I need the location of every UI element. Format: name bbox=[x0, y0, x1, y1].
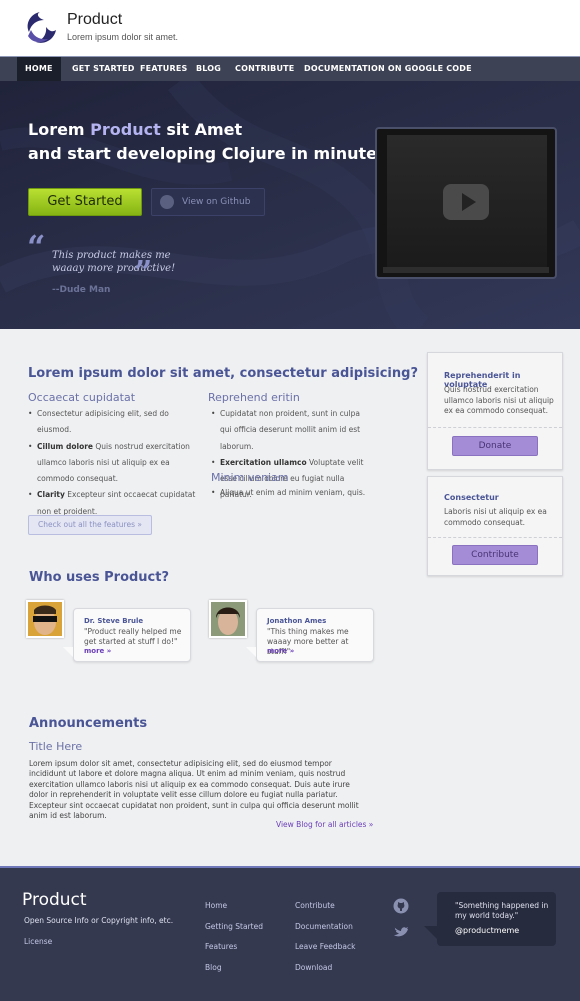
bubble-tail bbox=[246, 647, 256, 657]
github-icon bbox=[160, 195, 174, 209]
video-controls-bar[interactable] bbox=[383, 267, 549, 273]
list-item: Cupidatat non proident, sunt in culpa qu… bbox=[211, 406, 371, 455]
features-col2b-title: Minim veniam bbox=[211, 471, 289, 484]
github-icon[interactable] bbox=[393, 898, 409, 914]
footer-link-leave-feedback[interactable]: Leave Feedback bbox=[295, 942, 355, 951]
list-item: Aliqua ut enim ad minim veniam, quis. bbox=[211, 485, 371, 502]
avatar-steve-icon bbox=[28, 602, 62, 636]
quote-close-icon: ” bbox=[134, 253, 153, 291]
features-col1-title: Occaecat cupidatat bbox=[28, 391, 136, 404]
nav-item-blog[interactable]: BLOG bbox=[196, 57, 221, 81]
site-title[interactable]: Product bbox=[67, 11, 122, 29]
tweet-bubble-tail bbox=[424, 926, 438, 940]
twitter-handle[interactable]: @productmeme bbox=[455, 926, 519, 935]
twitter-icon[interactable] bbox=[393, 923, 409, 939]
list-item: Consectetur adipisicing elit, sed do eiu… bbox=[28, 406, 196, 439]
list-item: Cillum dolore Quis nostrud exercitation … bbox=[28, 439, 196, 488]
features-col2b-list: Aliqua ut enim ad minim veniam, quis. bbox=[211, 485, 371, 502]
testimonial-name: Dr. Steve Brule bbox=[84, 617, 144, 625]
contribute-box-title: Consectetur bbox=[444, 493, 499, 502]
footer-info: Open Source Info or Copyright info, etc. bbox=[24, 916, 174, 925]
footer-link-blog[interactable]: Blog bbox=[205, 963, 222, 972]
main-content: Lorem ipsum dolor sit amet, consectetur … bbox=[0, 329, 580, 866]
product-logo-icon[interactable] bbox=[22, 10, 58, 46]
hero-quote-author: --Dude Man bbox=[52, 285, 111, 295]
footer-link-download[interactable]: Download bbox=[295, 963, 332, 972]
announcements-heading: Announcements bbox=[29, 716, 148, 731]
quote-open-icon: “ bbox=[27, 228, 46, 266]
who-uses-heading: Who uses Product? bbox=[29, 570, 170, 585]
site-footer: Product Open Source Info or Copyright in… bbox=[0, 866, 580, 1001]
nav-item-get-started[interactable]: GET STARTED bbox=[72, 57, 135, 81]
site-tagline: Lorem ipsum dolor sit amet. bbox=[67, 32, 179, 42]
features-heading: Lorem ipsum dolor sit amet, consectetur … bbox=[28, 366, 418, 381]
tweet-text: "Something happened in my world today." bbox=[455, 901, 549, 920]
testimonial-name: Jonathon Ames bbox=[267, 617, 327, 625]
avatar-jonathon-icon bbox=[211, 602, 245, 636]
testimonial-quote: "Product really helped me get started at… bbox=[84, 627, 182, 646]
features-col2-title: Reprehend eritin bbox=[208, 391, 300, 404]
site-header: Product Lorem ipsum dolor sit amet. bbox=[0, 0, 580, 56]
donate-button[interactable]: Donate bbox=[452, 436, 538, 456]
nav-item-documentation[interactable]: DOCUMENTATION ON GOOGLE CODE bbox=[304, 57, 472, 81]
testimonial-bubble: Jonathon Ames "This thing makes me waaay… bbox=[256, 608, 374, 662]
divider bbox=[428, 537, 562, 538]
testimonial-more-link[interactable]: more » bbox=[84, 647, 111, 655]
view-blog-link[interactable]: View Blog for all articles » bbox=[276, 820, 373, 829]
nav-item-contribute[interactable]: CONTRIBUTE bbox=[235, 57, 294, 81]
testimonial-more-link[interactable]: more » bbox=[267, 647, 294, 655]
hero-section: Lorem Product sit Amet and start develop… bbox=[0, 81, 580, 329]
nav-item-home[interactable]: HOME bbox=[17, 57, 61, 81]
all-features-button[interactable]: Check out all the features » bbox=[28, 515, 152, 535]
avatar bbox=[26, 600, 64, 638]
intro-video[interactable] bbox=[375, 127, 557, 279]
divider bbox=[428, 427, 562, 428]
footer-license-link[interactable]: License bbox=[24, 937, 52, 946]
footer-title: Product bbox=[22, 890, 87, 910]
play-icon bbox=[462, 193, 476, 211]
footer-link-getting-started[interactable]: Getting Started bbox=[205, 922, 263, 931]
contribute-box-text: Laboris nisi ut aliquip ex ea commodo co… bbox=[444, 507, 547, 527]
main-nav: HOME GET STARTED FEATURES BLOG CONTRIBUT… bbox=[0, 56, 580, 81]
bubble-tail bbox=[63, 647, 73, 657]
announcement-title[interactable]: Title Here bbox=[29, 740, 82, 753]
footer-link-documentation[interactable]: Documentation bbox=[295, 922, 353, 931]
hero-quote: This product makes me waaay more product… bbox=[52, 250, 176, 274]
testimonial-bubble: Dr. Steve Brule "Product really helped m… bbox=[73, 608, 191, 662]
footer-link-contribute[interactable]: Contribute bbox=[295, 901, 335, 910]
footer-link-home[interactable]: Home bbox=[205, 901, 227, 910]
avatar bbox=[209, 600, 247, 638]
announcement-body: Lorem ipsum dolor sit amet, consectetur … bbox=[29, 759, 359, 821]
get-started-button[interactable]: Get Started bbox=[28, 188, 142, 216]
contribute-box: Consectetur Laboris nisi ut aliquip ex e… bbox=[427, 476, 563, 576]
donate-box-text: Quis nostrud exercitation ullamco labori… bbox=[444, 385, 554, 415]
hero-headline: Lorem Product sit Amet and start develop… bbox=[28, 120, 394, 163]
features-col1-list: Consectetur adipisicing elit, sed do eiu… bbox=[28, 406, 196, 520]
view-on-github-button[interactable]: View on Github bbox=[151, 188, 265, 216]
footer-link-features[interactable]: Features bbox=[205, 942, 237, 951]
contribute-button[interactable]: Contribute bbox=[452, 545, 538, 565]
nav-item-features[interactable]: FEATURES bbox=[140, 57, 187, 81]
donate-box: Reprehenderit in voluptate Quis nostrud … bbox=[427, 352, 563, 470]
